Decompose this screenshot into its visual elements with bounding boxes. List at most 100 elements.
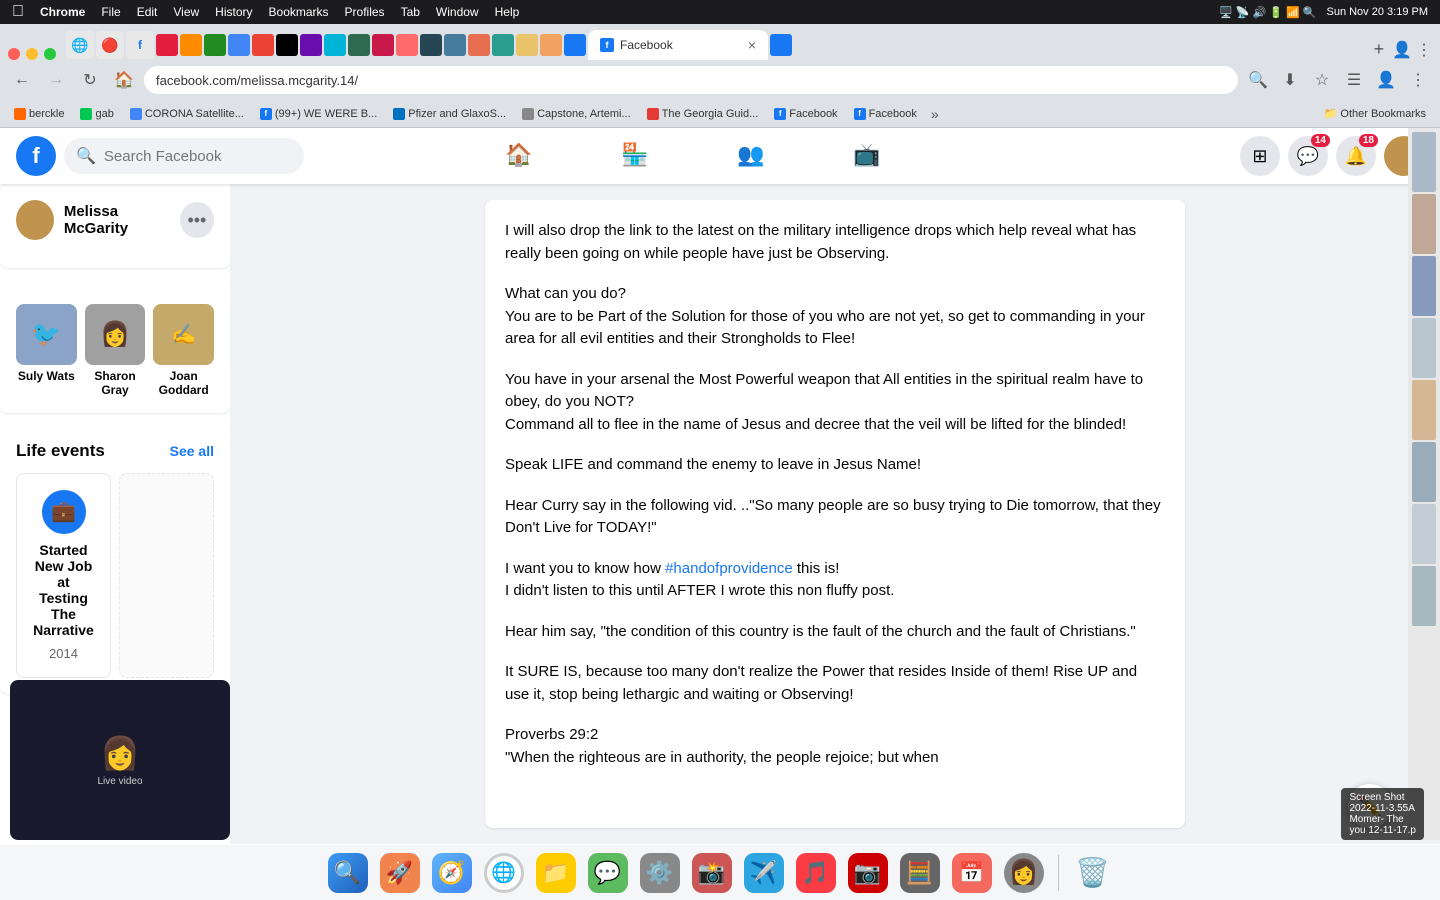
pinned-tab-5[interactable] — [180, 34, 202, 56]
chrome-menu-btn[interactable]: ⋮ — [1416, 40, 1432, 60]
strip-thumb-6[interactable] — [1412, 442, 1436, 502]
dock-launchpad[interactable]: 🚀 — [378, 851, 422, 895]
pinned-tab-18[interactable] — [492, 34, 514, 56]
dock-messages[interactable]: 💬 — [586, 851, 630, 895]
maximize-window-btn[interactable] — [44, 48, 56, 60]
strip-thumb-8[interactable] — [1412, 566, 1436, 626]
bookmark-berckle[interactable]: berckle — [8, 106, 70, 122]
pinned-tab-14[interactable] — [396, 34, 418, 56]
messenger-btn[interactable]: 💬 14 — [1288, 136, 1328, 176]
pinned-tab-6[interactable] — [204, 34, 226, 56]
bookmarks-overflow-indicator[interactable]: » — [931, 106, 939, 122]
menu-help[interactable]: Help — [495, 5, 520, 19]
dock-music[interactable]: 🎵 — [794, 851, 838, 895]
dock-settings[interactable]: ⚙️ — [638, 851, 682, 895]
dock-calculator[interactable]: 🧮 — [898, 851, 942, 895]
strip-thumb-5[interactable] — [1412, 380, 1436, 440]
bookmark-capstone[interactable]: Capstone, Artemi... — [516, 106, 637, 122]
pinned-tab-10[interactable] — [300, 34, 322, 56]
more-options-btn[interactable]: ••• — [180, 202, 214, 238]
search-input[interactable] — [104, 148, 292, 165]
pinned-tab-17[interactable] — [468, 34, 490, 56]
pinned-tab-13[interactable] — [372, 34, 394, 56]
nav-watch[interactable]: 📺 — [811, 132, 923, 180]
forward-btn[interactable]: → — [42, 66, 70, 94]
pinned-tab-19[interactable] — [516, 34, 538, 56]
fb-search-bar[interactable]: 🔍 — [64, 138, 304, 174]
strip-thumb-7[interactable] — [1412, 504, 1436, 564]
strip-thumb-4[interactable] — [1412, 318, 1436, 378]
dock-chrome[interactable]: 🌐 — [482, 851, 526, 895]
facebook-tab-2[interactable] — [770, 34, 792, 56]
menu-tab[interactable]: Tab — [401, 5, 420, 19]
menu-profiles[interactable]: Profiles — [345, 5, 385, 19]
dock-safari[interactable]: 🧭 — [430, 851, 474, 895]
home-btn[interactable]: 🏠 — [110, 66, 138, 94]
apple-icon[interactable]:  — [12, 3, 24, 21]
tab-close-btn[interactable]: × — [748, 37, 756, 53]
bookmark-corona[interactable]: CORONA Satellite... — [124, 106, 250, 122]
strip-thumb-3[interactable] — [1412, 256, 1436, 316]
friend-item-joan[interactable]: ✍️ Joan Goddard — [153, 304, 214, 397]
back-btn[interactable]: ← — [8, 66, 36, 94]
reload-btn[interactable]: ↻ — [76, 66, 104, 94]
strip-thumb-2[interactable] — [1412, 194, 1436, 254]
address-input[interactable] — [144, 66, 1238, 94]
bookmark-georgia[interactable]: The Georgia Guid... — [641, 106, 765, 122]
bookmark-facebook1[interactable]: f Facebook — [768, 106, 843, 122]
close-window-btn[interactable] — [8, 48, 20, 60]
pinned-tab-20[interactable] — [540, 34, 562, 56]
menu-window[interactable]: Window — [436, 5, 479, 19]
dock-screencapture[interactable]: 📸 — [690, 851, 734, 895]
pinned-tab-9[interactable] — [276, 34, 298, 56]
new-tab-btn[interactable]: + — [1368, 39, 1391, 60]
bookmark-facebook2[interactable]: f Facebook — [848, 106, 923, 122]
dock-trash[interactable]: 🗑️ — [1071, 851, 1115, 895]
nav-home[interactable]: 🏠 — [463, 132, 575, 180]
menu-history[interactable]: History — [215, 5, 252, 19]
bookmark-we-were[interactable]: f (99+) WE WERE B... — [254, 106, 383, 122]
dock-files[interactable]: 📁 — [534, 851, 578, 895]
dock-photobooth[interactable]: 📷 — [846, 851, 890, 895]
notifications-btn[interactable]: 🔔 18 — [1336, 136, 1376, 176]
dock-user-thumbnail[interactable]: 👩 — [1002, 851, 1046, 895]
pinned-tab-4[interactable] — [156, 34, 178, 56]
menu-view[interactable]: View — [173, 5, 199, 19]
menu-bookmarks[interactable]: Bookmarks — [269, 5, 329, 19]
profile-avatar[interactable] — [16, 200, 54, 240]
dock-finder[interactable]: 🔍 — [326, 851, 370, 895]
chrome-profile-icon[interactable]: 👤 — [1372, 66, 1400, 94]
apps-grid-btn[interactable]: ⊞ — [1240, 136, 1280, 176]
pinned-tab-1[interactable]: 🌐 — [66, 31, 94, 59]
nav-marketplace[interactable]: 🏪 — [579, 132, 691, 180]
floating-video[interactable]: 👩 Live video — [10, 680, 230, 840]
download-btn[interactable]: ⬇ — [1276, 66, 1304, 94]
strip-thumb-1[interactable] — [1412, 132, 1436, 192]
fb-logo[interactable]: f — [16, 136, 56, 176]
pinned-tab-3[interactable]: f — [126, 31, 154, 59]
friend-item-suly[interactable]: 🐦 Suly Wats — [16, 304, 77, 397]
pinned-tab-11[interactable] — [324, 34, 346, 56]
bookmark-gab[interactable]: gab — [74, 106, 119, 122]
pinned-tab-8[interactable] — [252, 34, 274, 56]
menu-file[interactable]: File — [101, 5, 120, 19]
dock-calendar[interactable]: 📅 — [950, 851, 994, 895]
pinned-tab-2[interactable]: 🔴 — [96, 31, 124, 59]
other-bookmarks[interactable]: 📁 Other Bookmarks — [1318, 105, 1432, 122]
chrome-settings-btn[interactable]: ⋮ — [1404, 66, 1432, 94]
dock-telegram[interactable]: ✈️ — [742, 851, 786, 895]
chrome-profile-btn[interactable]: 👤 — [1392, 40, 1412, 60]
pinned-tab-16[interactable] — [444, 34, 466, 56]
bookmark-star-btn[interactable]: ☆ — [1308, 66, 1336, 94]
friend-item-sharon[interactable]: 👩 Sharon Gray — [85, 304, 146, 397]
pinned-tab-15[interactable] — [420, 34, 442, 56]
menu-edit[interactable]: Edit — [137, 5, 158, 19]
active-tab[interactable]: f Facebook × — [588, 30, 768, 60]
minimize-window-btn[interactable] — [26, 48, 38, 60]
reading-mode-btn[interactable]: ☰ — [1340, 66, 1368, 94]
nav-groups[interactable]: 👥 — [695, 132, 807, 180]
hashtag-link[interactable]: #handofprovidence — [665, 560, 793, 577]
pinned-tab-21[interactable] — [564, 34, 586, 56]
pinned-tab-12[interactable] — [348, 34, 370, 56]
see-all-link[interactable]: See all — [170, 443, 214, 459]
